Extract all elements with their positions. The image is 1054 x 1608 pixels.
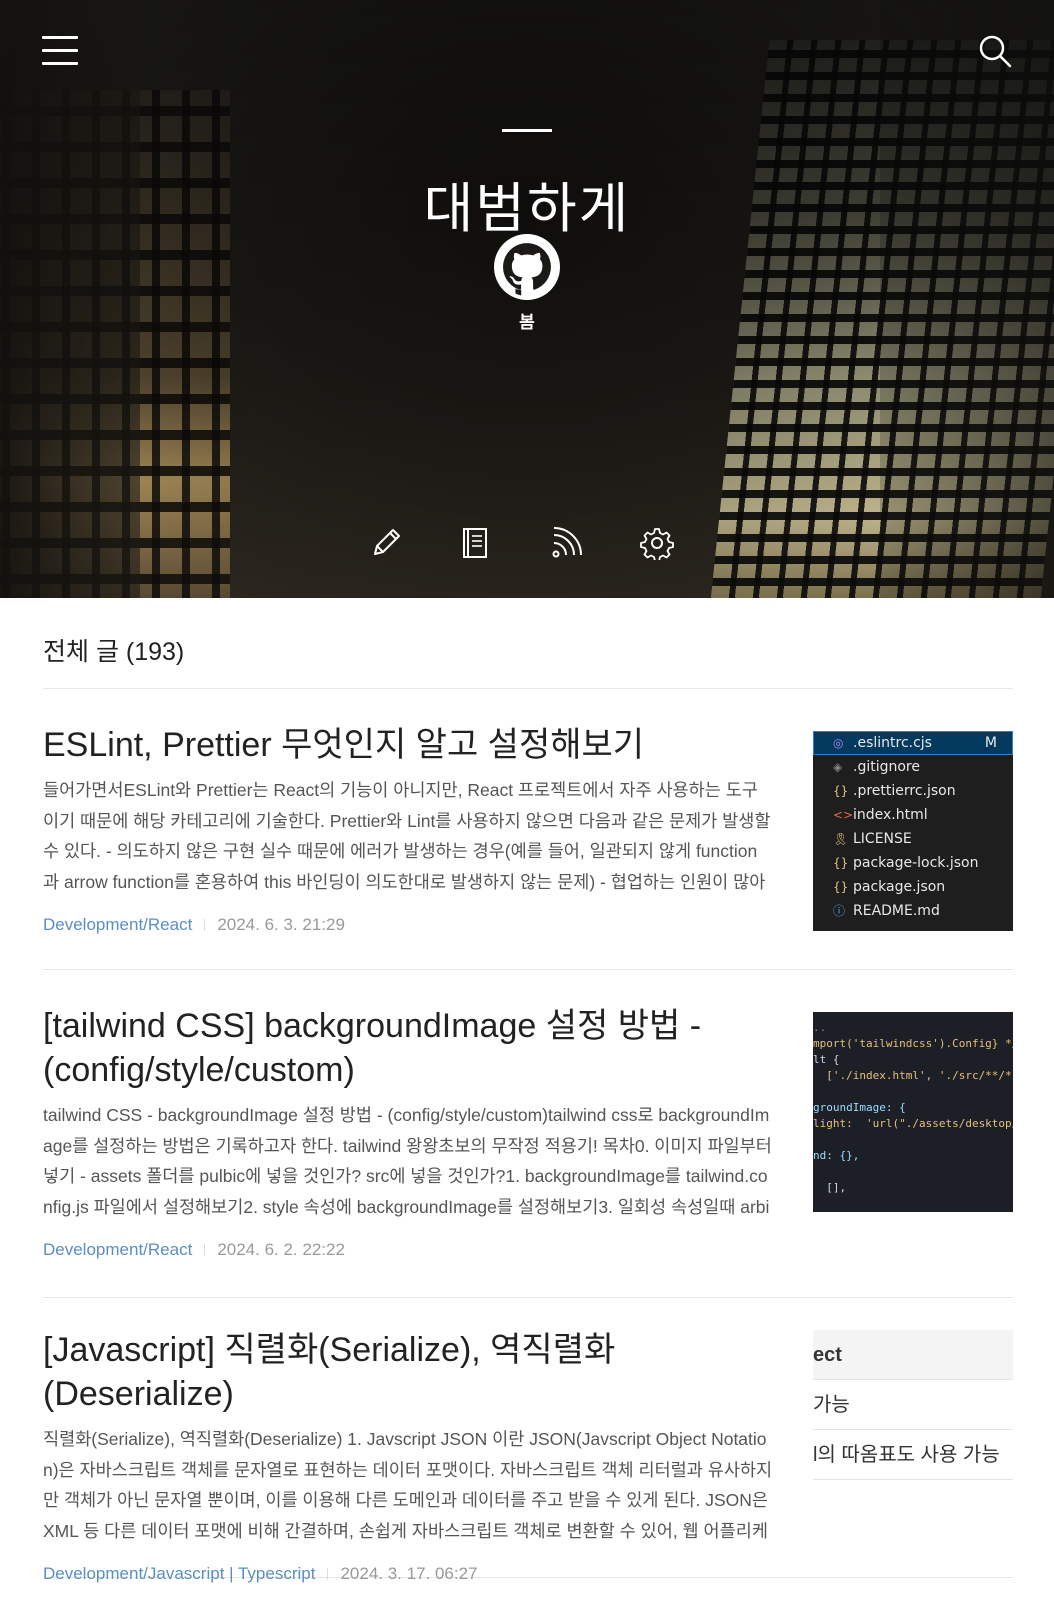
file-row: {} .prettierrc.json <box>813 779 1013 803</box>
post-date: 2024. 6. 3. 21:29 <box>217 915 345 934</box>
post-category[interactable]: Development/React <box>43 1240 192 1259</box>
post-thumbnail[interactable]: .. mport('tailwindcss').Config} */ lt { … <box>813 1012 1013 1212</box>
github-icon[interactable] <box>494 234 560 300</box>
post-title[interactable]: [Javascript] 직렬화(Serialize), 역직렬화(Deseri… <box>43 1328 773 1416</box>
post-list-heading: 전체 글 (193) <box>43 598 1013 689</box>
meta-divider <box>327 1568 329 1580</box>
file-name: package-lock.json <box>853 855 979 871</box>
post-category[interactable]: Development/React <box>43 915 192 934</box>
file-row: {} package-lock.json <box>813 851 1013 875</box>
search-icon[interactable] <box>978 34 1012 68</box>
post-excerpt: 들어가면서ESLint와 Prettier는 React의 기능이 아니지만, … <box>43 780 771 892</box>
file-row: {} package.json <box>813 875 1013 899</box>
post-date: 2024. 6. 2. 22:22 <box>217 1240 345 1259</box>
pencil-icon[interactable] <box>369 526 403 560</box>
post-item[interactable]: [tailwind CSS] backgroundImage 설정 방법 - (… <box>43 970 1013 1298</box>
code-line: .. <box>813 1021 827 1034</box>
file-name: .gitignore <box>853 759 920 775</box>
license-file-icon: 🎗 <box>833 832 849 846</box>
code-line: mport('tailwindcss').Config} */ <box>813 1037 1013 1050</box>
html-file-icon: <> <box>833 808 854 822</box>
json-file-icon: {} <box>833 880 849 894</box>
file-name: .eslintrc.cjs <box>853 735 932 751</box>
gear-icon[interactable] <box>640 526 674 560</box>
blog-title[interactable]: 대범하게 <box>0 164 1054 243</box>
git-file-icon: ◈ <box>833 760 843 774</box>
owner-name: 봄 <box>519 313 535 333</box>
post-thumbnail[interactable]: ◎ .eslintrc.cjs M ◈ .gitignore {} .prettierr… <box>813 731 1013 931</box>
post-meta: Development/React 2024. 6. 2. 22:22 <box>43 1240 773 1260</box>
file-row: ⓘ README.md <box>813 899 1013 923</box>
post-item[interactable]: ESLint, Prettier 무엇인지 알고 설정해보기 들어가면서ESLi… <box>43 689 1013 970</box>
blog-tools <box>0 526 1054 560</box>
code-line: lt { <box>813 1053 840 1066</box>
modified-badge: M <box>984 735 997 751</box>
file-name: package.json <box>853 879 946 895</box>
meta-divider <box>204 919 206 931</box>
file-row: 🎗 LICENSE <box>813 827 1013 851</box>
post-title[interactable]: ESLint, Prettier 무엇인지 알고 설정해보기 <box>43 723 773 767</box>
table-row: ect <box>813 1330 1013 1380</box>
post-item[interactable]: [Javascript] 직렬화(Serialize), 역직렬화(Deseri… <box>43 1298 1013 1583</box>
title-divider <box>502 129 552 132</box>
post-thumbnail[interactable]: ect 가능 l의 따옴표도 사용 가능 <box>813 1330 1013 1530</box>
file-name: index.html <box>853 807 928 823</box>
file-name: .prettierrc.json <box>853 783 956 799</box>
file-row: ◈ .gitignore <box>813 755 1013 779</box>
file-name: LICENSE <box>853 831 912 847</box>
post-title[interactable]: [tailwind CSS] backgroundImage 설정 방법 - (… <box>43 1004 773 1092</box>
code-line: groundImage: { <box>813 1101 906 1114</box>
code-line: nd: {}, <box>813 1149 860 1162</box>
book-icon[interactable] <box>458 526 492 560</box>
rss-icon[interactable] <box>549 526 583 560</box>
post-excerpt: tailwind CSS - backgroundImage 설정 방법 - (… <box>43 1105 772 1217</box>
post-excerpt: 직렬화(Serialize), 역직렬화(Deserialize) 1. Jav… <box>43 1429 773 1541</box>
blog-header: 대범하게 봄 <box>0 0 1054 598</box>
table-row: 가능 <box>813 1380 1013 1430</box>
post-category[interactable]: Development/Javascript | Typescript <box>43 1564 315 1583</box>
code-line: ['./index.html', './src/**/*.{ <box>813 1069 1013 1082</box>
meta-divider <box>204 1244 206 1256</box>
json-file-icon: {} <box>833 784 849 798</box>
info-file-icon: ⓘ <box>833 904 846 918</box>
eslint-file-icon: ◎ <box>833 736 844 750</box>
post-date: 2024. 3. 17. 06:27 <box>340 1564 478 1583</box>
post-meta: Development/Javascript | Typescript 2024.… <box>43 1564 773 1584</box>
post-meta: Development/React 2024. 6. 3. 21:29 <box>43 915 773 935</box>
post-list-section: 전체 글 (193) ESLint, Prettier 무엇인지 알고 설정해보… <box>43 598 1013 1583</box>
file-row: ◎ .eslintrc.cjs M <box>813 731 1013 755</box>
code-line: [], <box>813 1181 847 1194</box>
json-file-icon: {} <box>833 856 849 870</box>
file-row: <>index.html <box>813 803 1013 827</box>
code-line: light: 'url("./assets/desktop/c <box>813 1117 1013 1130</box>
hamburger-menu-icon[interactable] <box>42 36 78 66</box>
file-name: README.md <box>853 903 940 919</box>
table-row: l의 따옴표도 사용 가능 <box>813 1430 1013 1480</box>
